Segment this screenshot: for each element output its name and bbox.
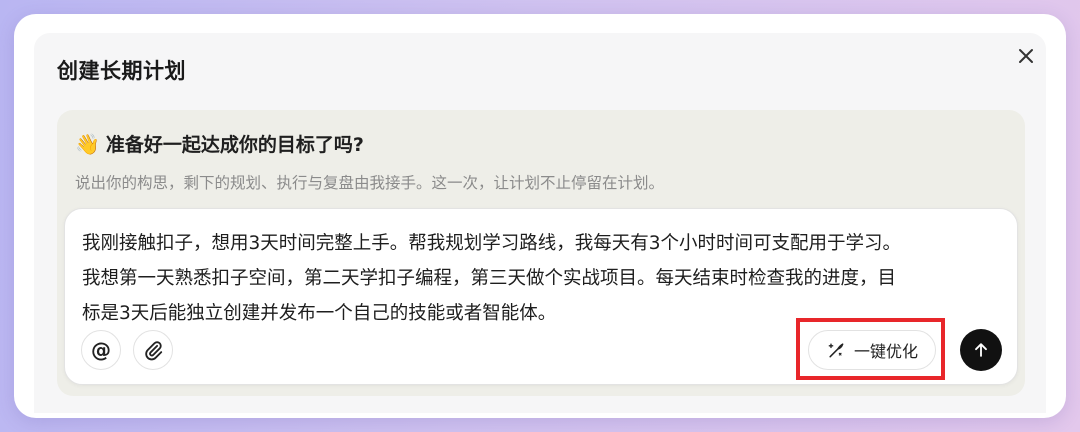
waving-hand-icon: 👋 [75,131,100,156]
greeting-text: 准备好一起达成你的目标了吗? [105,134,364,156]
greeting-subtitle: 说出你的构思，剩下的规划、执行与复盘由我接手。这一次，让计划不止停留在计划。 [75,174,665,192]
close-button[interactable] [1014,44,1038,68]
prompt-line: 我想第一天熟悉扣子空间，第二天学扣子编程，第三天做个实战项目。每天结束时检查我的… [82,268,897,289]
close-icon [1019,49,1033,63]
dialog-title: 创建长期计划 [57,59,186,83]
prompt-textarea[interactable]: 我刚接触扣子，想用3天时间完整上手。帮我规划学习路线，我每天有3个小时时间可支配… [82,226,1007,331]
mention-button[interactable]: @ [81,330,121,370]
attach-button[interactable] [133,330,173,370]
arrow-up-icon [975,343,987,357]
prompt-line: 我刚接触扣子，想用3天时间完整上手。帮我规划学习路线，我每天有3个小时时间可支配… [82,233,902,254]
paperclip-icon [145,341,163,361]
greeting-heading: 👋 准备好一起达成你的目标了吗? [75,130,364,157]
magic-pen-icon [828,343,844,358]
optimize-button[interactable]: 一键优化 [808,330,936,370]
optimize-label: 一键优化 [853,342,918,361]
prompt-line: 标是3天后能独立创建并发布一个自己的技能或者智能体。 [82,303,557,324]
at-icon: @ [91,338,111,362]
send-button[interactable] [960,329,1002,371]
